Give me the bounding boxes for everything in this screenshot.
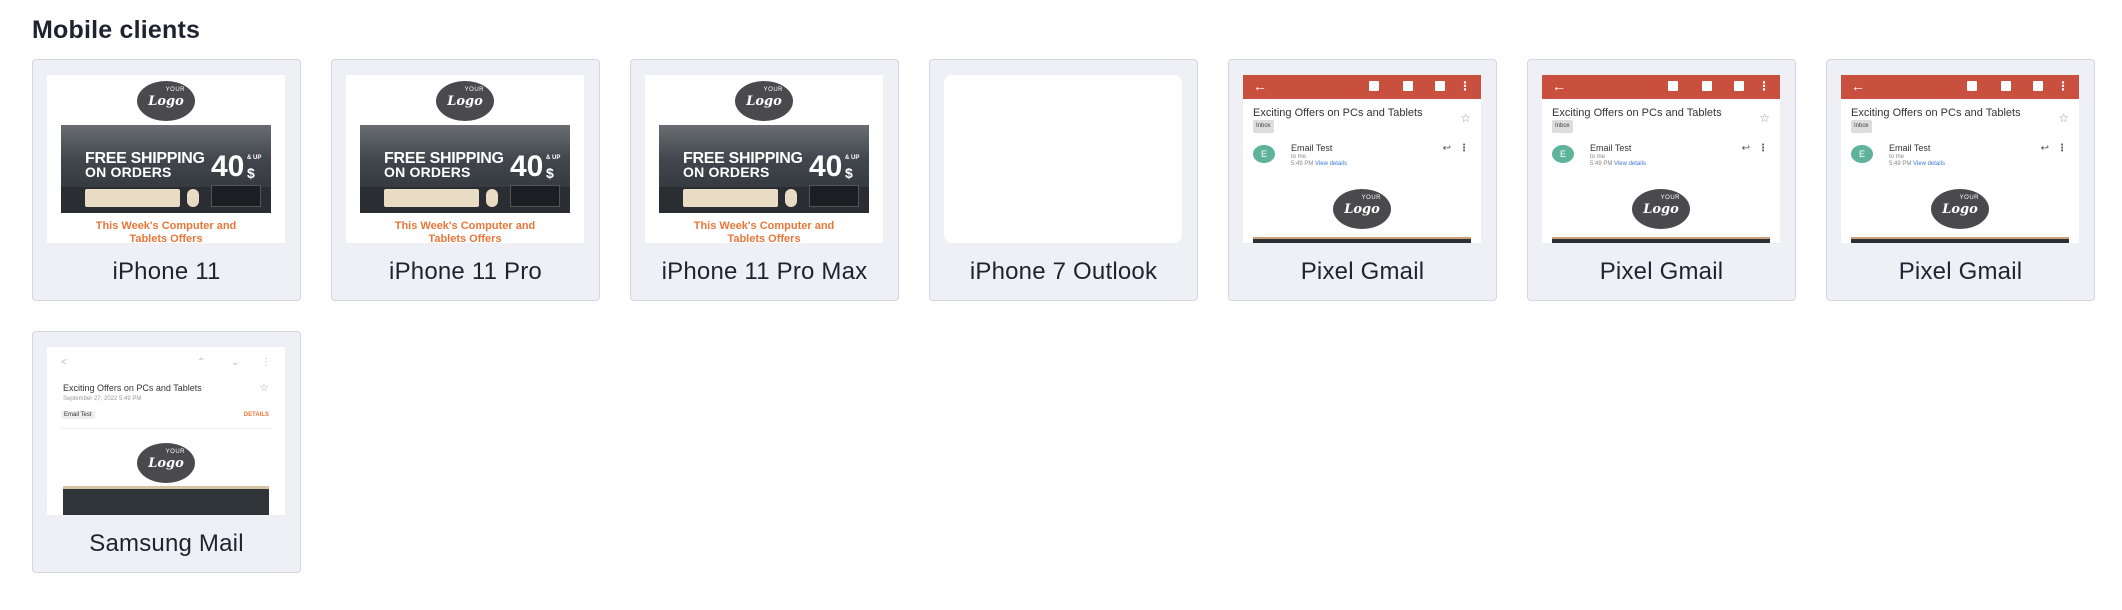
mobile-clients-section: Mobile clients YOUR Logo FREE SHIPPING O… bbox=[32, 16, 2102, 573]
client-card[interactable]: ← ⋮ Exciting Offers on PCs and Tablets I… bbox=[1826, 59, 2095, 301]
logo-badge: YOUR Logo bbox=[1632, 189, 1690, 229]
client-label: Samsung Mail bbox=[89, 530, 244, 557]
client-card[interactable]: YOUR Logo FREE SHIPPING ON ORDERS 40 & U… bbox=[32, 59, 301, 301]
client-card[interactable]: ← ⋮ Exciting Offers on PCs and Tablets I… bbox=[1527, 59, 1796, 301]
more-vert-icon: ⋮ bbox=[261, 357, 271, 368]
hero-strip bbox=[63, 486, 269, 515]
hero-banner: FREE SHIPPING ON ORDERS 40 & UP $ bbox=[360, 125, 570, 213]
reply-icon: ↩ bbox=[1741, 143, 1750, 154]
hero-strip bbox=[1552, 237, 1770, 243]
avatar: E bbox=[1851, 145, 1873, 163]
more-vert-icon: ⋮ bbox=[1459, 143, 1469, 154]
more-vert-icon: ⋮ bbox=[1758, 79, 1770, 93]
client-label: iPhone 7 Outlook bbox=[969, 258, 1158, 285]
email-preview-thumbnail[interactable] bbox=[944, 75, 1182, 243]
star-icon: ☆ bbox=[2058, 111, 2069, 125]
gmail-toolbar: ← ⋮ bbox=[1841, 75, 2079, 99]
back-icon: < bbox=[61, 357, 67, 368]
email-preview-thumbnail[interactable]: ← ⋮ Exciting Offers on PCs and Tablets I… bbox=[1243, 75, 1481, 243]
offer-text: This Week's Computer and Tablets Offers bbox=[693, 220, 835, 243]
gmail-subject: Exciting Offers on PCs and Tablets Inbox bbox=[1253, 107, 1423, 133]
email-preview-thumbnail[interactable]: < ⌃ ⌄ ⋮ Exciting Offers on PCs and Table… bbox=[47, 347, 285, 515]
hero-banner: FREE SHIPPING ON ORDERS 40 & UP $ bbox=[61, 125, 271, 213]
archive-icon bbox=[1967, 81, 1977, 91]
star-icon: ☆ bbox=[259, 382, 269, 394]
client-label: Pixel Gmail bbox=[1599, 258, 1724, 285]
back-arrow-icon: ← bbox=[1253, 78, 1267, 94]
archive-icon bbox=[1668, 81, 1678, 91]
logo-badge: YOUR Logo bbox=[735, 81, 793, 121]
hero-banner: FREE SHIPPING ON ORDERS 40 & UP $ bbox=[659, 125, 869, 213]
more-vert-icon: ⋮ bbox=[2057, 79, 2069, 93]
chevron-up-icon: ⌃ bbox=[197, 357, 206, 368]
back-arrow-icon: ← bbox=[1851, 78, 1865, 94]
star-icon: ☆ bbox=[1759, 111, 1770, 125]
logo-badge: YOUR Logo bbox=[137, 81, 195, 121]
client-card[interactable]: < ⌃ ⌄ ⋮ Exciting Offers on PCs and Table… bbox=[32, 331, 301, 573]
delete-icon bbox=[1702, 81, 1712, 91]
logo-badge: YOUR Logo bbox=[1333, 189, 1391, 229]
email-preview-thumbnail[interactable]: ← ⋮ Exciting Offers on PCs and Tablets I… bbox=[1542, 75, 1780, 243]
client-card[interactable]: YOUR Logo FREE SHIPPING ON ORDERS 40 & U… bbox=[630, 59, 899, 301]
section-title: Mobile clients bbox=[32, 16, 201, 44]
star-icon: ☆ bbox=[1460, 111, 1471, 125]
client-card[interactable]: iPhone 7 Outlook bbox=[929, 59, 1198, 301]
delete-icon bbox=[1403, 81, 1413, 91]
client-label: iPhone 11 bbox=[112, 258, 221, 285]
chevron-down-icon: ⌄ bbox=[231, 357, 240, 368]
mail-icon bbox=[1734, 81, 1744, 91]
avatar: E bbox=[1552, 145, 1574, 163]
mail-icon bbox=[2033, 81, 2043, 91]
hero-strip bbox=[1253, 237, 1471, 243]
hero-strip bbox=[1851, 237, 2069, 243]
more-vert-icon: ⋮ bbox=[1459, 79, 1471, 93]
logo-badge: YOUR Logo bbox=[1931, 189, 1989, 229]
email-preview-thumbnail[interactable]: YOUR Logo FREE SHIPPING ON ORDERS 40 & U… bbox=[346, 75, 584, 243]
email-preview-thumbnail[interactable]: YOUR Logo FREE SHIPPING ON ORDERS 40 & U… bbox=[47, 75, 285, 243]
offer-text: This Week's Computer and Tablets Offers bbox=[95, 220, 237, 243]
client-card[interactable]: ← ⋮ Exciting Offers on PCs and Tablets I… bbox=[1228, 59, 1497, 301]
email-preview-thumbnail[interactable]: YOUR Logo FREE SHIPPING ON ORDERS 40 & U… bbox=[645, 75, 883, 243]
logo-badge: YOUR Logo bbox=[137, 443, 195, 483]
gmail-toolbar: ← ⋮ bbox=[1243, 75, 1481, 99]
gmail-subject: Exciting Offers on PCs and Tablets Inbox bbox=[1851, 107, 2021, 133]
client-label: iPhone 11 Pro bbox=[389, 258, 542, 285]
gmail-subject: Exciting Offers on PCs and Tablets Inbox bbox=[1552, 107, 1722, 133]
client-card[interactable]: YOUR Logo FREE SHIPPING ON ORDERS 40 & U… bbox=[331, 59, 600, 301]
more-vert-icon: ⋮ bbox=[1758, 143, 1768, 154]
client-grid: YOUR Logo FREE SHIPPING ON ORDERS 40 & U… bbox=[32, 59, 2102, 573]
offer-text: This Week's Computer and Tablets Offers bbox=[394, 220, 536, 243]
reply-icon: ↩ bbox=[1442, 143, 1451, 154]
mail-icon bbox=[1435, 81, 1445, 91]
logo-badge: YOUR Logo bbox=[436, 81, 494, 121]
delete-icon bbox=[2001, 81, 2011, 91]
client-label: iPhone 11 Pro Max bbox=[661, 258, 868, 285]
more-vert-icon: ⋮ bbox=[2057, 143, 2067, 154]
samsung-nav: < ⌃ ⌄ ⋮ bbox=[47, 357, 285, 371]
reply-icon: ↩ bbox=[2040, 143, 2049, 154]
client-label: Pixel Gmail bbox=[1898, 258, 2023, 285]
gmail-toolbar: ← ⋮ bbox=[1542, 75, 1780, 99]
archive-icon bbox=[1369, 81, 1379, 91]
client-label: Pixel Gmail bbox=[1300, 258, 1425, 285]
avatar: E bbox=[1253, 145, 1275, 163]
back-arrow-icon: ← bbox=[1552, 78, 1566, 94]
email-preview-thumbnail[interactable]: ← ⋮ Exciting Offers on PCs and Tablets I… bbox=[1841, 75, 2079, 243]
